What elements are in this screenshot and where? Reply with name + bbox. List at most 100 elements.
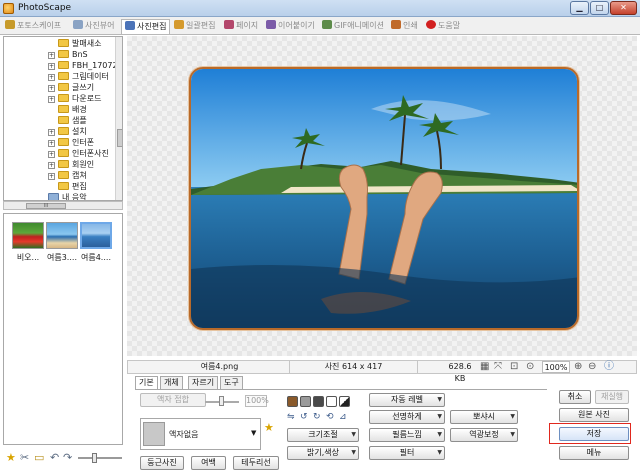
- frame-fit-button[interactable]: 액자 접합: [140, 393, 206, 407]
- scissors-icon[interactable]: ✂: [20, 451, 29, 465]
- brush-swatch[interactable]: [313, 396, 324, 407]
- tab-batch[interactable]: 일괄편집: [171, 19, 218, 34]
- tree-item[interactable]: + BnS: [48, 49, 88, 60]
- tree-item[interactable]: + 다운로드: [48, 93, 101, 104]
- zoom-out-icon[interactable]: ⊖: [588, 361, 596, 373]
- invert-swatch[interactable]: [339, 396, 350, 407]
- expand-icon[interactable]: +: [48, 74, 55, 81]
- expand-icon[interactable]: +: [48, 151, 55, 158]
- tree-item[interactable]: + 그림데이터: [48, 71, 109, 82]
- rotate-right-icon[interactable]: ↻: [313, 412, 321, 422]
- scroll-thumb[interactable]: III: [26, 203, 66, 209]
- save-button[interactable]: 저장: [559, 427, 629, 441]
- panel-tab-tools[interactable]: 도구: [220, 376, 243, 389]
- sharpen-button[interactable]: 선명하게 ▼: [369, 410, 445, 424]
- transparency-icon[interactable]: ▦: [480, 361, 489, 373]
- tree-item[interactable]: + 인터폰: [48, 137, 94, 148]
- tab-viewer[interactable]: 사진뷰어: [70, 19, 117, 34]
- tree-item[interactable]: 발매새소: [58, 38, 101, 49]
- folder-icon[interactable]: ▭: [34, 451, 44, 465]
- tree-item[interactable]: 편집: [58, 181, 87, 192]
- expand-icon[interactable]: +: [48, 85, 55, 92]
- folder-tree[interactable]: 발매새소 + BnS + FBH_17072 + 그림데이터 + 글쓰기 + 다운로드 배…: [3, 36, 123, 201]
- expand-icon[interactable]: +: [48, 96, 55, 103]
- film-effect-button[interactable]: 필름느낌 ▼: [369, 428, 445, 442]
- filter-button[interactable]: 필터 ▼: [369, 446, 445, 460]
- menu-button[interactable]: 메뉴: [559, 446, 629, 460]
- expand-icon[interactable]: +: [48, 52, 55, 59]
- tab-page[interactable]: 페이지: [221, 19, 261, 34]
- thumbnail-image-selected[interactable]: [80, 222, 112, 249]
- auto-level-button[interactable]: 자동 레벨 ▼: [369, 393, 445, 407]
- panel-tab-home[interactable]: 기본: [135, 376, 158, 390]
- tree-horizontal-scrollbar[interactable]: III: [3, 201, 123, 210]
- info-icon[interactable]: ⓘ: [604, 361, 614, 373]
- expand-icon[interactable]: +: [48, 162, 55, 169]
- rotate-180-icon[interactable]: ⟲: [326, 412, 334, 422]
- flip-horizontal-icon[interactable]: ⇋: [287, 412, 295, 422]
- tree-vertical-scrollbar[interactable]: [115, 37, 122, 200]
- panel-tab-crop[interactable]: 자르기: [188, 376, 219, 389]
- close-button[interactable]: ✕: [610, 1, 637, 15]
- expand-icon[interactable]: +: [48, 129, 55, 136]
- thumbnail-image[interactable]: [12, 222, 44, 249]
- thumbnail-size-slider[interactable]: [78, 453, 122, 463]
- brush-swatch[interactable]: [300, 396, 311, 407]
- tab-photoscape[interactable]: 포토스케이프: [2, 19, 64, 34]
- brush-swatch[interactable]: [326, 396, 337, 407]
- tree-item[interactable]: 배경: [58, 104, 87, 115]
- tree-item[interactable]: 내 음악: [48, 192, 87, 200]
- tab-editor[interactable]: 사진편집: [121, 19, 171, 34]
- expand-icon[interactable]: +: [48, 173, 55, 180]
- thumbnail-panel[interactable]: 비오... 여름3.... 여름4....: [3, 213, 123, 445]
- brush-swatch[interactable]: [287, 396, 298, 407]
- tab-help[interactable]: 도움말: [423, 19, 463, 34]
- panel-tab-object[interactable]: 개체: [160, 376, 183, 389]
- redo-button[interactable]: 재실행: [595, 390, 629, 404]
- edited-photo[interactable]: [189, 67, 579, 330]
- frame-slider-knob[interactable]: [219, 396, 224, 406]
- minimize-button[interactable]: ▁: [570, 1, 589, 15]
- tree-item[interactable]: + FBH_17072: [48, 60, 118, 71]
- brightness-color-button[interactable]: 밝기,색상 ▼: [287, 446, 359, 460]
- zoom-level[interactable]: 100%: [542, 361, 570, 373]
- cancel-button[interactable]: 취소: [559, 390, 591, 404]
- straighten-icon[interactable]: ⊿: [339, 412, 347, 422]
- resize-button[interactable]: 크기조절 ▼: [287, 428, 359, 442]
- bloom-button[interactable]: 뽀샤시 ▼: [450, 410, 518, 424]
- star-icon[interactable]: ★: [6, 451, 16, 465]
- border-line-button[interactable]: 테두리선: [233, 456, 279, 470]
- image-canvas[interactable]: [127, 36, 637, 356]
- tab-gif[interactable]: GIF애니메이션: [319, 19, 387, 34]
- tree-item[interactable]: + 캡쳐: [48, 170, 87, 181]
- favorite-star-icon[interactable]: ★: [264, 422, 274, 433]
- maximize-button[interactable]: □: [590, 1, 609, 15]
- thumbnail-image[interactable]: [46, 222, 78, 249]
- tree-item[interactable]: + 설치: [48, 126, 87, 137]
- rounded-photo-button[interactable]: 둥근사진: [140, 456, 184, 470]
- slider-knob[interactable]: [92, 453, 97, 463]
- tree-item[interactable]: 샘플: [58, 115, 87, 126]
- main-tab-bar: 포토스케이프 사진뷰어 사진편집 일괄편집 페이지 이어붙이기 GIF애니메이션…: [0, 17, 640, 35]
- backlight-button[interactable]: 역광보정 ▼: [450, 428, 518, 442]
- tree-item[interactable]: + 글쓰기: [48, 82, 94, 93]
- undo-icon[interactable]: ↶: [50, 451, 59, 465]
- zoom-in-icon[interactable]: ⊕: [574, 361, 582, 373]
- tree-item[interactable]: + 인터폰사진: [48, 148, 109, 159]
- tab-combine[interactable]: 이어붙이기: [263, 19, 318, 34]
- margin-button[interactable]: 여백: [191, 456, 226, 470]
- expand-icon[interactable]: +: [48, 63, 55, 70]
- redo-icon[interactable]: ↷: [63, 451, 72, 465]
- expand-icon[interactable]: +: [48, 140, 55, 147]
- zoom-fit-icon[interactable]: ⊙: [526, 361, 534, 373]
- actual-size-icon[interactable]: ⊡: [510, 361, 518, 373]
- tab-label: 일괄편집: [186, 21, 216, 30]
- tree-item[interactable]: + 회원인: [48, 159, 94, 170]
- tab-print[interactable]: 인쇄: [388, 19, 421, 34]
- rotate-left-icon[interactable]: ↺: [300, 412, 308, 422]
- frame-select[interactable]: 액자없음 ▼: [140, 418, 261, 450]
- fit-window-icon[interactable]: ⤧: [494, 361, 502, 373]
- folder-icon: [58, 105, 69, 113]
- original-photo-button[interactable]: 원본 사진: [559, 408, 629, 422]
- scroll-thumb[interactable]: [117, 129, 122, 147]
